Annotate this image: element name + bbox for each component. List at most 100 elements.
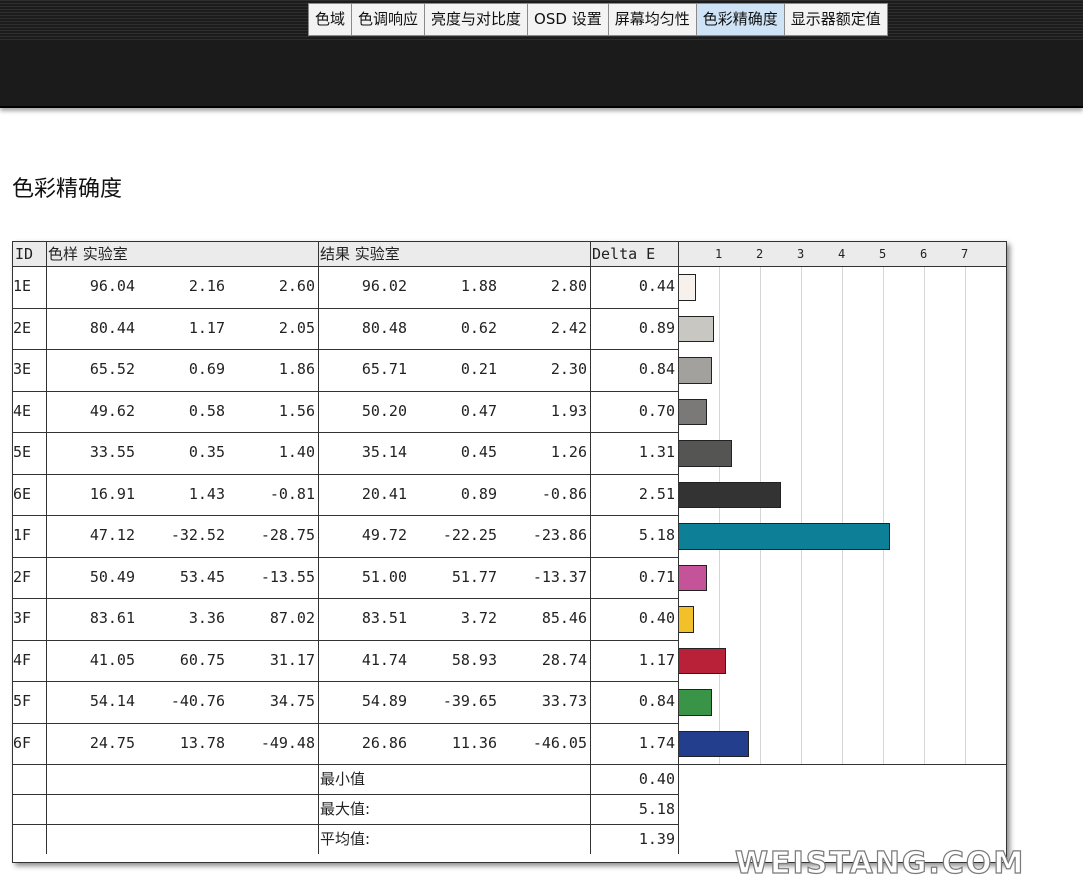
tab-tone-response[interactable]: 色调响应 xyxy=(351,3,425,36)
result-lab-value: 1.26 xyxy=(550,443,587,461)
header-sample-lab: 色样 实验室 xyxy=(46,242,318,266)
delta-e-value: 0.71 xyxy=(638,567,675,586)
delta-e-bar xyxy=(678,315,715,342)
sample-lab-value: -40.76 xyxy=(170,692,225,710)
stat-label: 平均值: xyxy=(320,830,371,848)
column-divider xyxy=(678,242,679,854)
sample-lab-value: 65.52 xyxy=(89,360,135,378)
result-lab-value: -46.05 xyxy=(532,733,587,752)
sample-lab-value: 0.35 xyxy=(188,443,225,461)
chart-gridline xyxy=(801,266,802,764)
row-id: 1F xyxy=(13,526,32,544)
result-lab-value: 33.73 xyxy=(541,692,587,710)
tab-brightness-contrast[interactable]: 亮度与对比度 xyxy=(424,3,528,36)
sample-lab-value: 16.91 xyxy=(89,484,135,503)
result-lab-value: 35.14 xyxy=(361,443,407,461)
axis-tick-label: 3 xyxy=(797,247,805,261)
sample-lab-value: 53.45 xyxy=(179,567,225,586)
tab-screen-uniformity[interactable]: 屏幕均匀性 xyxy=(607,3,696,36)
window-header: 色域 色调响应 亮度与对比度 OSD 设置 屏幕均匀性 色彩精确度 显示器额定值 xyxy=(0,0,1083,108)
sample-lab-value: 2.16 xyxy=(188,277,225,295)
axis-tick-label: 2 xyxy=(756,247,764,261)
result-lab-value: 2.30 xyxy=(550,360,587,378)
row-id: 5E xyxy=(13,443,32,461)
sample-lab-value: 83.61 xyxy=(89,609,135,627)
row-id: 4F xyxy=(13,650,32,669)
result-lab-value: 3.72 xyxy=(460,609,497,627)
result-lab-value: 58.93 xyxy=(451,650,497,669)
stat-divider xyxy=(13,794,678,795)
sample-lab-value: 0.69 xyxy=(188,360,225,378)
result-lab-value: 0.47 xyxy=(460,401,497,420)
delta-e-bar xyxy=(678,730,750,757)
delta-e-value: 0.40 xyxy=(638,609,675,627)
tab-color-gamut[interactable]: 色域 xyxy=(308,3,352,36)
sample-lab-value: 13.78 xyxy=(179,733,225,752)
header-result-lab: 结果 实验室 xyxy=(318,242,590,266)
sample-lab-value: 2.60 xyxy=(278,277,315,295)
row-id: 6F xyxy=(13,733,32,752)
chart-gridline xyxy=(719,266,720,764)
stat-value: 0.40 xyxy=(638,770,675,788)
sample-lab-value: 47.12 xyxy=(89,526,135,544)
row-id: 2E xyxy=(13,318,32,337)
tab-osd-settings[interactable]: OSD 设置 xyxy=(527,3,608,36)
sample-lab-value: 54.14 xyxy=(89,692,135,710)
sample-lab-value: 33.55 xyxy=(89,443,135,461)
result-lab-value: 41.74 xyxy=(361,650,407,669)
tab-color-accuracy[interactable]: 色彩精确度 xyxy=(695,3,784,36)
result-lab-value: 28.74 xyxy=(541,650,587,669)
chart-gridline xyxy=(883,266,884,764)
result-lab-value: 2.42 xyxy=(550,318,587,337)
tab-monitor-rating[interactable]: 显示器额定值 xyxy=(783,3,888,36)
result-lab-value: 65.71 xyxy=(361,360,407,378)
delta-e-value: 1.31 xyxy=(638,443,675,461)
delta-e-bar xyxy=(678,523,891,550)
axis-tick-label: 6 xyxy=(920,247,928,261)
delta-e-value: 0.70 xyxy=(638,401,675,420)
result-lab-value: 1.93 xyxy=(550,401,587,420)
result-lab-value: -23.86 xyxy=(532,526,587,544)
page-title: 色彩精确度 xyxy=(12,177,123,202)
result-lab-value: 1.88 xyxy=(460,277,497,295)
sample-lab-value: 1.17 xyxy=(188,318,225,337)
chart-gridline xyxy=(842,266,843,764)
sample-lab-value: 49.62 xyxy=(89,401,135,420)
result-lab-value: 51.00 xyxy=(361,567,407,586)
delta-e-bar xyxy=(678,647,726,674)
header-delta-e: Delta E xyxy=(590,242,678,266)
color-accuracy-table: ID 色样 实验室 结果 实验室 Delta E 1 2 3 4 5 6 7 1E 96.04 96.02… xyxy=(12,241,1007,863)
delta-e-bar xyxy=(678,689,713,716)
chart-gridline xyxy=(924,266,925,764)
watermark: WEISTANG.COM xyxy=(734,845,1026,881)
stat-divider xyxy=(13,824,678,825)
sample-lab-value: 2.05 xyxy=(278,318,315,337)
column-divider xyxy=(46,242,47,854)
axis-tick-label: 5 xyxy=(879,247,887,261)
result-lab-value: 51.77 xyxy=(451,567,497,586)
result-lab-value: 0.45 xyxy=(460,443,497,461)
sample-lab-value: 1.43 xyxy=(188,484,225,503)
row-id: 3E xyxy=(13,360,32,378)
delta-e-bar xyxy=(678,357,713,384)
row-divider xyxy=(13,515,678,516)
row-divider xyxy=(13,639,678,641)
result-lab-value: -39.65 xyxy=(442,692,497,710)
result-lab-value: 96.02 xyxy=(361,277,407,295)
row-id: 6E xyxy=(13,484,32,503)
chart-gridline xyxy=(760,266,761,764)
sample-lab-value: 96.04 xyxy=(89,277,135,295)
row-divider xyxy=(13,307,678,309)
row-id: 4E xyxy=(13,401,32,420)
row-id: 1E xyxy=(13,277,32,295)
delta-e-value: 0.84 xyxy=(638,360,675,378)
sample-lab-value: 60.75 xyxy=(179,650,225,669)
sample-lab-value: -0.81 xyxy=(269,484,315,503)
result-lab-value: 49.72 xyxy=(361,526,407,544)
sample-lab-value: 24.75 xyxy=(89,733,135,752)
row-divider xyxy=(13,390,678,392)
axis-tick-label: 1 xyxy=(715,247,723,261)
sample-lab-value: -32.52 xyxy=(170,526,225,544)
column-divider xyxy=(318,242,319,854)
result-lab-value: 50.20 xyxy=(361,401,407,420)
